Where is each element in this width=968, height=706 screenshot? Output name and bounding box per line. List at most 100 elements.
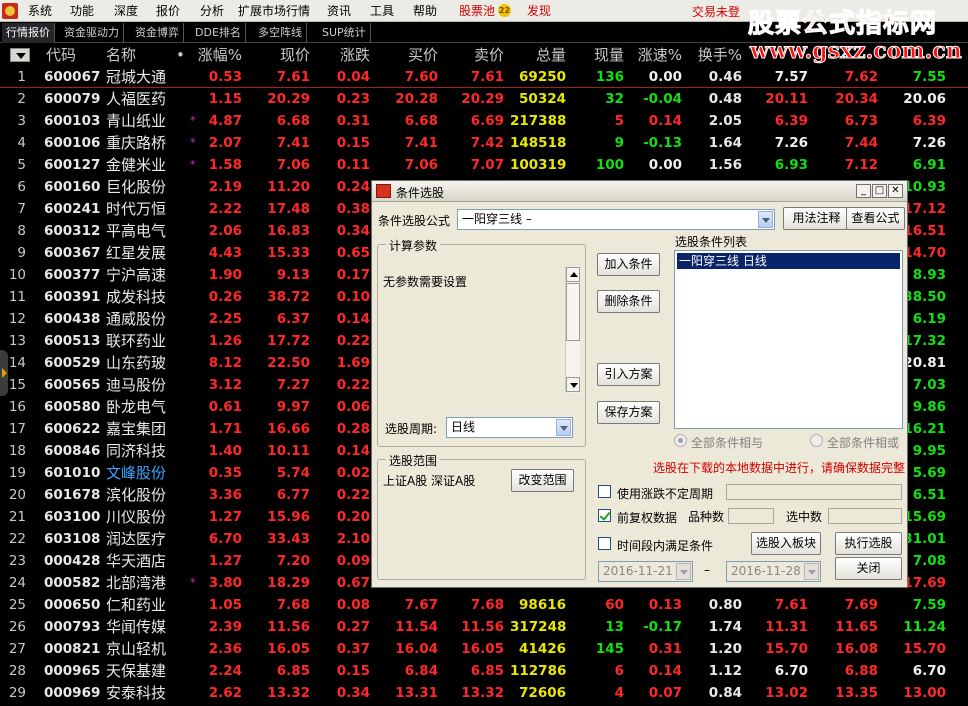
scroll-thumb[interactable] (566, 283, 580, 341)
table-row[interactable]: 2 600079 人福医药 1.15 20.29 0.23 20.28 20.29 50324 3… (0, 88, 968, 110)
period-select[interactable]: 日线 (446, 417, 573, 438)
stock-code[interactable]: 600622 (44, 418, 100, 440)
stock-code[interactable]: 603100 (44, 506, 100, 528)
stock-code[interactable]: 600103 (44, 110, 100, 132)
table-row[interactable]: 3 600103 青山纸业 * 4.87 6.68 0.31 6.68 6.69 217388 5 0… (0, 110, 968, 132)
stock-name[interactable]: 川仪股份 (106, 506, 182, 528)
stock-code[interactable]: 600513 (44, 330, 100, 352)
menu-tools[interactable]: 工具 (370, 3, 394, 19)
stock-name[interactable]: 嘉宝集团 (106, 418, 182, 440)
table-row[interactable]: 25 000650 仁和药业 1.05 7.68 0.08 7.67 7.68 98616 60 0… (0, 594, 968, 616)
stock-code[interactable]: 600106 (44, 132, 100, 154)
col-bid[interactable]: 买价 (388, 44, 438, 66)
col-change-pct[interactable]: 涨幅% (186, 44, 242, 66)
stock-name[interactable]: 京山轻机 (106, 638, 182, 660)
stock-code[interactable]: 600160 (44, 176, 100, 198)
stock-code[interactable]: 600580 (44, 396, 100, 418)
stock-name[interactable]: 平高电气 (106, 220, 182, 242)
stock-code[interactable]: 600846 (44, 440, 100, 462)
stock-code[interactable]: 600079 (44, 88, 100, 110)
table-row[interactable]: 1 600067 冠城大通 0.53 7.61 0.04 7.60 7.61 69250 136 0… (0, 66, 968, 88)
table-row[interactable]: 26 000793 华闻传媒 2.39 11.56 0.27 11.54 11.56 31724… (0, 616, 968, 638)
stock-name[interactable]: 重庆路桥 (106, 132, 182, 154)
stock-name[interactable]: 润达医疗 (106, 528, 182, 550)
menu-extended-market[interactable]: 扩展市场行情 (238, 3, 310, 19)
stock-code[interactable]: 600529 (44, 352, 100, 374)
stock-code[interactable]: 000965 (44, 660, 100, 682)
menu-function[interactable]: 功能 (70, 3, 94, 19)
stock-code[interactable]: 600367 (44, 242, 100, 264)
stock-name[interactable]: 人福医药 (106, 88, 182, 110)
menu-discover[interactable]: 发现 (527, 3, 551, 19)
save-scheme-button[interactable]: 保存方案 (597, 401, 660, 424)
radio-all-or[interactable] (810, 434, 823, 447)
col-speed[interactable]: 涨速% (630, 44, 682, 66)
condition-list-item[interactable]: 一阳穿三线 日线 (677, 253, 900, 269)
stock-code[interactable]: 600438 (44, 308, 100, 330)
col-turnover[interactable]: 换手% (690, 44, 742, 66)
chevron-down-icon[interactable] (556, 419, 571, 436)
sort-menu-button[interactable] (10, 48, 30, 62)
stock-name[interactable]: 巨化股份 (106, 176, 182, 198)
table-row[interactable]: 29 000969 安泰科技 2.62 13.32 0.34 13.31 13.32 72606… (0, 682, 968, 704)
col-name[interactable]: 名称 (106, 44, 136, 66)
chevron-down-icon[interactable] (676, 563, 691, 580)
col-ask[interactable]: 卖价 (454, 44, 504, 66)
stock-code[interactable]: 600391 (44, 286, 100, 308)
add-condition-button[interactable]: 加入条件 (597, 253, 660, 276)
execute-screen-button[interactable]: 执行选股 (835, 532, 902, 555)
stock-code[interactable]: 600067 (44, 66, 100, 88)
stock-name[interactable]: 北部湾港 (106, 572, 182, 594)
table-row[interactable]: 28 000965 天保基建 2.24 6.85 0.15 6.84 6.85 112786 6 0… (0, 660, 968, 682)
view-formula-button[interactable]: 查看公式 (846, 207, 905, 230)
stock-name[interactable]: 山东药玻 (106, 352, 182, 374)
date-from-picker[interactable]: 2016-11-21 (598, 561, 693, 582)
col-current-volume[interactable]: 现量 (584, 44, 624, 66)
add-to-board-button[interactable]: 选股入板块 (751, 532, 821, 555)
table-row[interactable]: 27 000821 京山轻机 2.36 16.05 0.37 16.04 16.05 41426… (0, 638, 968, 660)
dialog-titlebar[interactable]: 条件选股 _ □ ✕ (372, 181, 907, 202)
close-button[interactable]: 关闭 (835, 557, 902, 580)
tab-fund-game[interactable]: 资金博弈 (131, 23, 184, 43)
stock-code[interactable]: 000428 (44, 550, 100, 572)
stock-name[interactable]: 文峰股份 (106, 462, 182, 484)
stock-code[interactable]: 600565 (44, 374, 100, 396)
stock-name[interactable]: 青山纸业 (106, 110, 182, 132)
stock-name[interactable]: 冠城大通 (106, 66, 182, 88)
stock-code[interactable]: 601678 (44, 484, 100, 506)
stock-code[interactable]: 600127 (44, 154, 100, 176)
menu-info[interactable]: 资讯 (327, 3, 351, 19)
condition-list[interactable]: 一阳穿三线 日线 (674, 250, 903, 429)
import-scheme-button[interactable]: 引入方案 (597, 363, 660, 386)
col-volume[interactable]: 总量 (516, 44, 566, 66)
stock-code[interactable]: 000793 (44, 616, 100, 638)
tab-quotes[interactable]: 行情报价 (2, 23, 55, 43)
tab-sup-stats[interactable]: SUP统计 (318, 23, 371, 43)
delete-condition-button[interactable]: 删除条件 (597, 290, 660, 313)
stock-name[interactable]: 时代万恒 (106, 198, 182, 220)
maximize-icon[interactable]: □ (872, 184, 887, 198)
close-icon[interactable]: ✕ (888, 184, 903, 198)
table-row[interactable]: 4 600106 重庆路桥 * 2.07 7.41 0.15 7.41 7.42 148518 9-… (0, 132, 968, 154)
stock-code[interactable]: 000821 (44, 638, 100, 660)
menu-system[interactable]: 系统 (28, 3, 52, 19)
stock-name[interactable]: 迪马股份 (106, 374, 182, 396)
stock-name[interactable]: 通威股份 (106, 308, 182, 330)
menu-stock-pool[interactable]: 股票池 (459, 3, 495, 19)
tab-dde-rank[interactable]: DDE排名 (191, 23, 246, 43)
params-scrollbar[interactable] (565, 267, 580, 393)
fuquan-checkbox[interactable] (598, 509, 611, 522)
stock-name[interactable]: 红星发展 (106, 242, 182, 264)
scroll-up-icon[interactable] (566, 267, 580, 282)
stock-name[interactable]: 滨化股份 (106, 484, 182, 506)
stock-name[interactable]: 仁和药业 (106, 594, 182, 616)
stock-name[interactable]: 安泰科技 (106, 682, 182, 704)
stock-code[interactable]: 000582 (44, 572, 100, 594)
stock-code[interactable]: 600377 (44, 264, 100, 286)
tab-long-short[interactable]: 多空阵线 (254, 23, 307, 43)
side-panel-toggle[interactable] (0, 350, 8, 396)
menu-help[interactable]: 帮助 (413, 3, 437, 19)
minimize-icon[interactable]: _ (856, 184, 871, 198)
radio-all-and[interactable] (674, 434, 687, 447)
scroll-down-icon[interactable] (566, 377, 580, 392)
